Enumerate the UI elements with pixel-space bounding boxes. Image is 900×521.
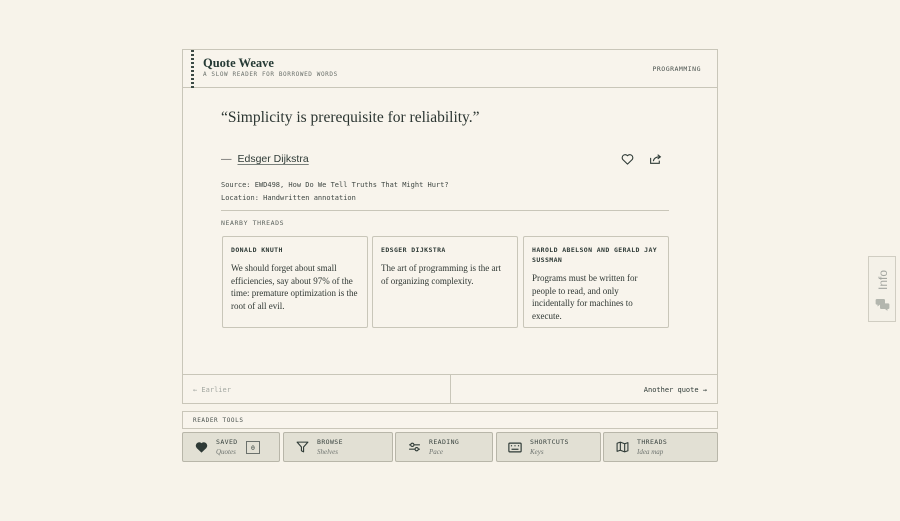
quote-source: Source: EWD498, How Do We Tell Truths Th… [221, 181, 449, 189]
thread-quote: We should forget about small efficiencie… [231, 263, 358, 311]
reading-button[interactable]: READING Pace [395, 432, 493, 462]
thread-quote: The art of programming is the art of org… [381, 263, 501, 286]
heart-filled-icon [194, 440, 208, 454]
sliders-icon [407, 440, 421, 454]
author-row: — Edsger Dijkstra [221, 153, 309, 165]
category-label: PROGRAMMING [652, 65, 701, 73]
thread-card[interactable]: Edsger Dijkstra The art of programming i… [372, 236, 518, 328]
author-dash: — [221, 153, 232, 165]
tool-label: READING [429, 437, 460, 446]
thread-quote: Programs must be written for people to r… [532, 273, 638, 321]
tool-sublabel: Idea map [637, 447, 664, 456]
keyboard-icon [508, 440, 522, 454]
browse-button[interactable]: BROWSE Shelves [283, 432, 393, 462]
another-quote-button[interactable]: Another quote → [451, 375, 718, 404]
nearby-threads-label: NEARBY THREADS [221, 219, 285, 227]
quote-location: Location: Handwritten annotation [221, 194, 356, 202]
app-subtitle: A SLOW READER FOR BORROWED WORDS [203, 71, 338, 78]
map-icon [615, 440, 629, 454]
share-icon [649, 154, 661, 164]
author-link[interactable]: Edsger Dijkstra [238, 153, 309, 165]
saved-button[interactable]: SAVED Quotes 0 [182, 432, 280, 462]
dotted-rule [191, 50, 194, 88]
saved-count-badge: 0 [246, 441, 260, 454]
reader-tools-label: READER TOOLS [182, 411, 718, 429]
tool-label: SHORTCUTS [530, 437, 569, 446]
pager: ← Earlier Another quote → [183, 374, 717, 404]
earlier-button[interactable]: ← Earlier [183, 375, 451, 404]
tool-label: SAVED [216, 437, 238, 446]
quote-text: “Simplicity is prerequisite for reliabil… [221, 109, 480, 126]
card-header: Quote Weave A SLOW READER FOR BORROWED W… [183, 50, 717, 88]
thread-card[interactable]: Donald Knuth We should forget about smal… [222, 236, 368, 328]
thread-author: Harold Abelson and Gerald Jay Sussman [532, 246, 658, 264]
tool-sublabel: Keys [530, 447, 544, 456]
chat-bubbles-icon [875, 299, 890, 311]
tool-sublabel: Pace [429, 447, 443, 456]
info-label: Info [876, 270, 890, 291]
app-title: Quote Weave [203, 56, 274, 70]
quote-meta: Source: EWD498, How Do We Tell Truths Th… [221, 179, 449, 205]
shortcuts-button[interactable]: SHORTCUTS Keys [496, 432, 601, 462]
favorite-button[interactable] [619, 152, 635, 166]
heart-icon [621, 154, 633, 165]
tool-sublabel: Quotes [216, 447, 236, 456]
info-tab[interactable]: Info [868, 256, 896, 322]
thread-card[interactable]: Harold Abelson and Gerald Jay Sussman Pr… [523, 236, 669, 328]
threads-button[interactable]: THREADS Idea map [603, 432, 718, 462]
tool-sublabel: Shelves [317, 447, 338, 456]
divider [221, 210, 669, 211]
filter-icon [295, 440, 309, 454]
tool-label: BROWSE [317, 437, 343, 446]
thread-author: Edsger Dijkstra [381, 246, 446, 254]
quote-card: Quote Weave A SLOW READER FOR BORROWED W… [182, 49, 718, 404]
tool-label: THREADS [637, 437, 668, 446]
thread-author: Donald Knuth [231, 246, 283, 254]
share-button[interactable] [647, 152, 663, 166]
